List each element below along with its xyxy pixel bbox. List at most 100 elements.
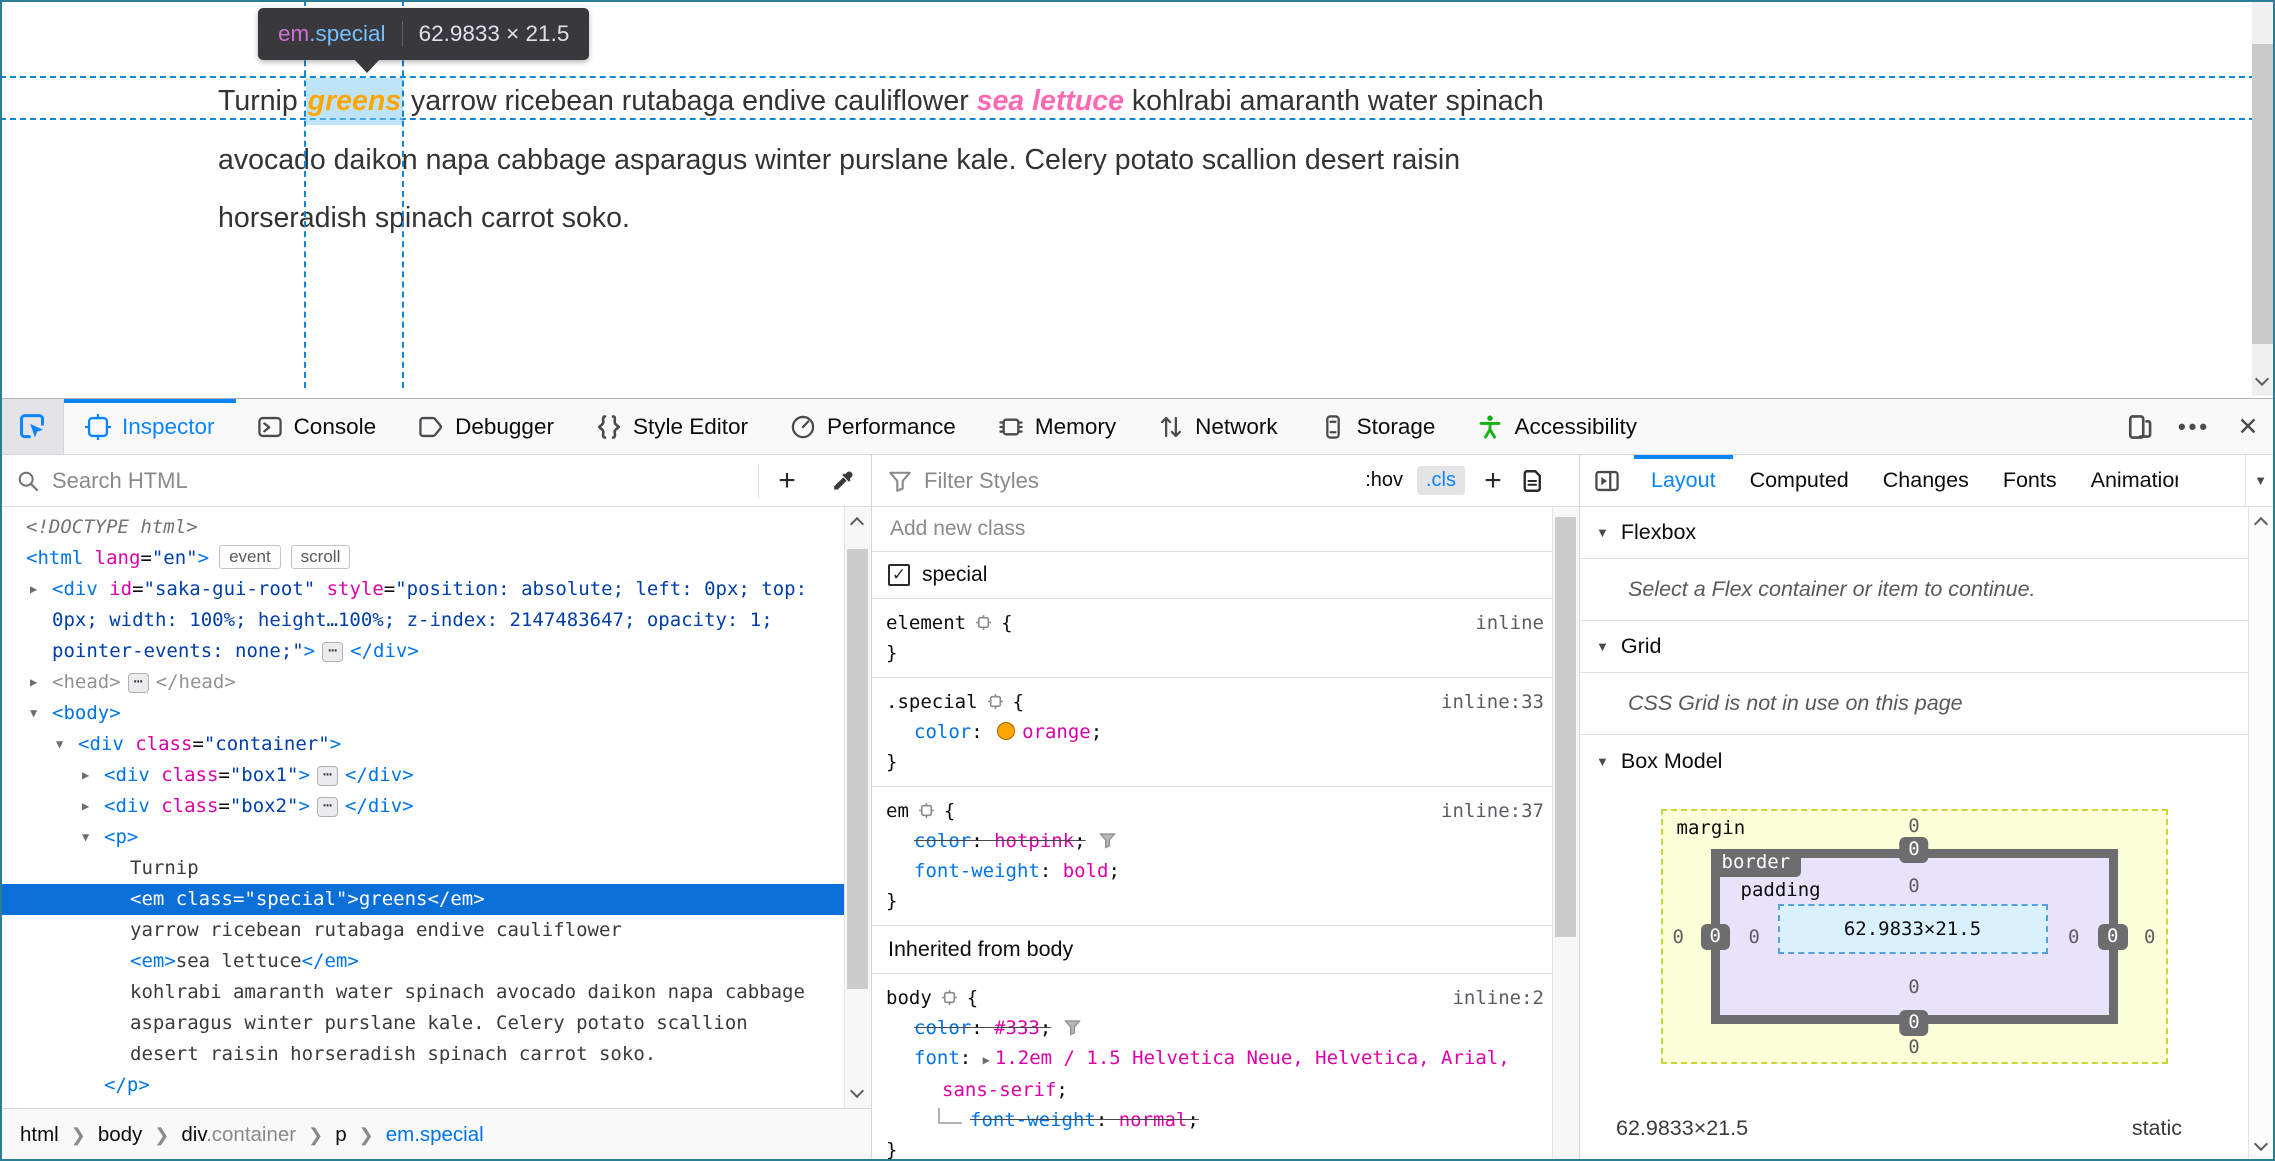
markup-row[interactable]: </p> xyxy=(0,1070,832,1101)
markup-row[interactable]: <html lang="en"> event scroll xyxy=(0,543,832,574)
rule-source-link[interactable]: inline xyxy=(1475,608,1544,638)
tab-layout[interactable]: Layout xyxy=(1634,455,1733,506)
tab-fonts[interactable]: Fonts xyxy=(1986,455,2074,506)
expand-arrow-icon[interactable]: ▶ xyxy=(30,667,37,698)
rule-source-link[interactable]: inline:33 xyxy=(1441,687,1544,717)
layout-scrollbar[interactable] xyxy=(2248,507,2275,1161)
search-html-input[interactable]: Search HTML xyxy=(0,468,758,494)
markup-row-selected[interactable]: <em class="special">greens</em> xyxy=(0,884,844,915)
tab-style-editor[interactable]: Style Editor xyxy=(575,399,769,454)
scroll-down-arrow-icon[interactable] xyxy=(2254,371,2270,387)
selector-highlighter-icon[interactable] xyxy=(987,693,1004,710)
node-picker-button[interactable] xyxy=(0,399,64,454)
tab-inspector[interactable]: Inspector xyxy=(64,399,236,454)
toggle-classes-button[interactable]: .cls xyxy=(1417,466,1465,495)
scroll-down-arrow-icon[interactable] xyxy=(2253,1136,2269,1152)
event-badge[interactable]: event xyxy=(219,545,281,569)
page-scrollbar[interactable] xyxy=(2252,2,2273,396)
rule-source-link[interactable]: inline:2 xyxy=(1452,983,1544,1013)
computed-sub-declaration[interactable]: font-weight: normal; xyxy=(886,1105,1552,1135)
toggle-pseudo-classes-button[interactable]: :hov xyxy=(1357,466,1411,495)
markup-row[interactable]: ▶ <head> ⋯ </head> xyxy=(0,667,832,698)
margin-left-value[interactable]: 0 xyxy=(1673,926,1684,948)
margin-right-value[interactable]: 0 xyxy=(2144,926,2155,948)
tab-animations[interactable]: Animations xyxy=(2074,455,2178,506)
sidebar-toggle-button[interactable] xyxy=(1580,455,1634,506)
tab-accessibility[interactable]: Accessibility xyxy=(1456,399,1658,454)
markup-row[interactable]: ▼ <body> xyxy=(0,698,832,729)
grid-section-header[interactable]: ▼ Grid xyxy=(1580,621,2248,673)
em-special-highlighted[interactable]: greens xyxy=(305,78,404,125)
css-declaration[interactable]: font-weight: bold; xyxy=(886,856,1552,886)
scroll-up-arrow-icon[interactable] xyxy=(2253,516,2269,532)
rule-selector[interactable]: body xyxy=(886,987,932,1009)
property-value[interactable]: #333 xyxy=(994,1017,1040,1039)
inline-ellipsis-badge[interactable]: ⋯ xyxy=(322,642,344,662)
border-right-value[interactable]: 0 xyxy=(2098,923,2128,950)
devtools-close-button[interactable]: ✕ xyxy=(2221,399,2275,454)
print-media-simulation-icon[interactable] xyxy=(1521,469,1545,493)
property-name[interactable]: color xyxy=(914,721,971,743)
tab-memory[interactable]: Memory xyxy=(977,399,1137,454)
scroll-badge[interactable]: scroll xyxy=(290,545,351,569)
margin-top-value[interactable]: 0 xyxy=(1908,815,1919,837)
property-name[interactable]: font-weight xyxy=(970,1109,1096,1131)
markup-scrollbar[interactable] xyxy=(844,507,871,1108)
page-scrollbar-thumb[interactable] xyxy=(2252,44,2273,344)
tab-changes[interactable]: Changes xyxy=(1866,455,1986,506)
add-new-class-input[interactable]: Add new class xyxy=(872,507,1552,552)
property-value[interactable]: normal xyxy=(1119,1109,1188,1131)
tab-computed[interactable]: Computed xyxy=(1733,455,1866,506)
property-name[interactable]: font xyxy=(914,1047,960,1069)
markup-row[interactable]: kohlrabi amaranth water spinach avocado … xyxy=(0,977,832,1070)
add-node-button[interactable]: + xyxy=(759,464,815,498)
markup-row[interactable]: yarrow ricebean rutabaga endive cauliflo… xyxy=(0,915,832,946)
markup-row[interactable]: Turnip xyxy=(0,853,832,884)
all-tabs-menu-button[interactable]: ▼ xyxy=(2245,455,2275,506)
css-declaration[interactable]: color: #333; xyxy=(886,1013,1552,1043)
border-bottom-value[interactable]: 0 xyxy=(1899,1010,1929,1036)
margin-bottom-value[interactable]: 0 xyxy=(1908,1036,1919,1058)
padding-bottom-value[interactable]: 0 xyxy=(1908,976,1919,998)
boxmodel-section-header[interactable]: ▼ Box Model xyxy=(1580,735,2248,787)
property-value[interactable]: hotpink xyxy=(994,830,1074,852)
property-name[interactable]: color xyxy=(914,1017,971,1039)
padding-left-value[interactable]: 0 xyxy=(1749,926,1760,948)
markup-row[interactable]: <!DOCTYPE html> xyxy=(0,512,832,543)
expand-arrow-icon[interactable]: ▶ xyxy=(82,760,89,791)
tab-network[interactable]: Network xyxy=(1137,399,1299,454)
rules-scrollbar[interactable] xyxy=(1552,507,1579,1161)
rules-scrollbar-thumb[interactable] xyxy=(1555,517,1576,937)
class-checkbox[interactable]: ✓ xyxy=(888,564,910,586)
color-swatch[interactable] xyxy=(997,722,1016,740)
css-declaration[interactable]: color: orange; xyxy=(886,717,1552,747)
markup-row[interactable]: ▼ <p> xyxy=(0,822,832,853)
tab-console[interactable]: Console xyxy=(236,399,398,454)
rule-selector[interactable]: .special xyxy=(886,691,978,713)
rule-source-link[interactable]: inline:37 xyxy=(1441,796,1544,826)
property-value[interactable]: orange xyxy=(1022,721,1091,743)
responsive-design-mode-button[interactable] xyxy=(2113,399,2167,454)
padding-top-value[interactable]: 0 xyxy=(1908,875,1919,897)
breadcrumb-item-p[interactable]: p xyxy=(335,1123,346,1147)
collapse-arrow-icon[interactable]: ▼ xyxy=(82,822,89,853)
css-declaration[interactable]: font: ▶ 1.2em / 1.5 Helvetica Neue, Helve… xyxy=(886,1043,1552,1105)
tab-performance[interactable]: Performance xyxy=(769,399,977,454)
markup-row[interactable]: <em>sea lettuce</em> xyxy=(0,946,832,977)
expand-arrow-icon[interactable]: ▶ xyxy=(82,791,89,822)
breadcrumb-item-div.container[interactable]: div.container xyxy=(181,1123,296,1147)
padding-right-value[interactable]: 0 xyxy=(2068,926,2079,948)
eyedropper-button[interactable] xyxy=(815,469,871,493)
scroll-down-arrow-icon[interactable] xyxy=(849,1083,865,1099)
expand-arrow-icon[interactable]: ▶ xyxy=(30,574,37,605)
collapse-arrow-icon[interactable]: ▼ xyxy=(30,698,37,729)
inline-ellipsis-badge[interactable]: ⋯ xyxy=(127,673,149,693)
css-declaration[interactable]: color: hotpink; xyxy=(886,826,1552,856)
boxmodel-content-box[interactable]: 62.9833×21.5 xyxy=(1777,904,2048,954)
breadcrumb-item-em.special[interactable]: em.special xyxy=(386,1123,484,1147)
property-value[interactable]: 1.2em / 1.5 Helvetica Neue, Helvetica, A… xyxy=(942,1047,1510,1101)
selector-highlighter-icon[interactable] xyxy=(975,614,992,631)
rule-selector[interactable]: element xyxy=(886,612,966,634)
border-left-value[interactable]: 0 xyxy=(1700,923,1730,950)
devtools-menu-button[interactable]: ••• xyxy=(2167,399,2221,454)
